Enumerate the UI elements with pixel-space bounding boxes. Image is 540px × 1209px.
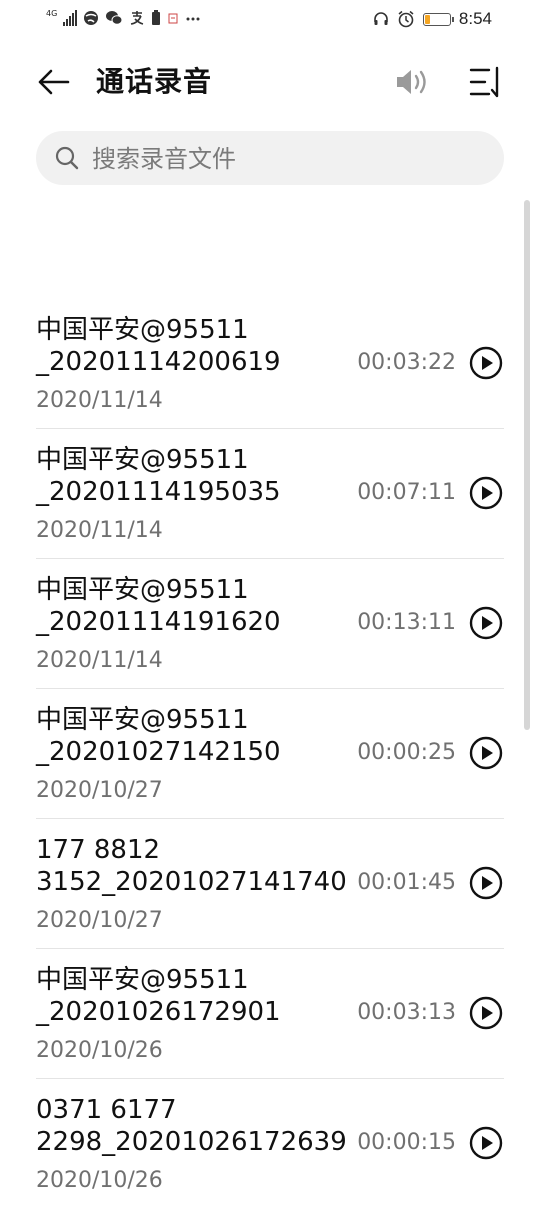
speaker-icon[interactable]	[393, 64, 433, 100]
recording-name: 中国平安@95511 _20201114191620	[36, 575, 281, 637]
sim-icon	[168, 13, 178, 24]
search-input[interactable]	[90, 139, 484, 179]
recording-item[interactable]: 177 8812 3152_20201027141740 2020/10/27 …	[36, 819, 504, 949]
search-bar[interactable]	[36, 131, 504, 185]
signal-icon	[63, 10, 78, 26]
recording-duration: 00:07:11	[357, 480, 456, 505]
search-icon	[55, 146, 79, 170]
alarm-icon	[398, 10, 414, 28]
recording-item[interactable]: 中国平安@95511 _20201026172901 2020/10/26 00…	[36, 949, 504, 1079]
sort-icon[interactable]	[468, 64, 504, 100]
more-notifications-icon	[186, 17, 200, 21]
recording-date: 2020/10/27	[36, 778, 163, 803]
play-circle-icon[interactable]	[469, 476, 503, 510]
play-circle-icon[interactable]	[469, 866, 503, 900]
play-circle-icon[interactable]	[469, 996, 503, 1030]
recording-date: 2020/10/27	[36, 908, 163, 933]
page-title: 通话录音	[96, 65, 213, 98]
recording-duration: 00:01:45	[357, 870, 456, 895]
recording-date: 2020/11/14	[36, 518, 163, 543]
recording-duration: 00:00:25	[357, 740, 456, 765]
headset-icon	[374, 12, 388, 25]
recording-name: 中国平安@95511 _20201114200619	[36, 315, 281, 377]
recording-date: 2020/11/14	[36, 388, 163, 413]
recording-name: 中国平安@95511 _20201027142150	[36, 705, 281, 767]
recording-list: 中国平安@95511 _20201114200619 2020/11/14 00…	[36, 299, 504, 1209]
recording-duration: 00:03:22	[357, 350, 456, 375]
recording-item[interactable]: 中国平安@95511 _20201114200619 2020/11/14 00…	[36, 299, 504, 429]
recording-duration: 00:13:11	[357, 610, 456, 635]
recording-date: 2020/10/26	[36, 1168, 163, 1193]
recording-item[interactable]: 中国平安@95511 _20201027142150 2020/10/27 00…	[36, 689, 504, 819]
play-circle-icon[interactable]	[469, 736, 503, 770]
network-type: 4G	[46, 9, 58, 18]
status-bar: 4G 8:54	[0, 0, 540, 40]
recording-name: 中国平安@95511 _20201114195035	[36, 445, 281, 507]
status-time: 8:54	[458, 9, 492, 28]
recording-date: 2020/10/26	[36, 1038, 163, 1063]
recording-name: 0371 6177 2298_20201026172639	[36, 1095, 347, 1157]
arrow-left-icon[interactable]	[34, 62, 74, 102]
alipay-icon	[131, 11, 144, 25]
recording-duration: 00:03:13	[357, 1000, 456, 1025]
recording-date: 2020/11/14	[36, 648, 163, 673]
battery-icon	[422, 12, 454, 26]
recording-name: 中国平安@95511 _20201026172901	[36, 965, 281, 1027]
play-circle-icon[interactable]	[469, 346, 503, 380]
recording-item[interactable]: 中国平安@95511 _20201114191620 2020/11/14 00…	[36, 559, 504, 689]
battery-saver-icon	[152, 10, 161, 25]
play-circle-icon[interactable]	[469, 606, 503, 640]
recording-item[interactable]: 0371 6177 2298_20201026172639 2020/10/26…	[36, 1079, 504, 1209]
scrollbar[interactable]	[524, 200, 530, 730]
wechat-icon	[106, 11, 123, 25]
browser-icon	[84, 11, 99, 25]
recording-item[interactable]: 中国平安@95511 _20201114195035 2020/11/14 00…	[36, 429, 504, 559]
app-bar: 通话录音	[0, 48, 540, 118]
recording-name: 177 8812 3152_20201027141740	[36, 835, 347, 897]
play-circle-icon[interactable]	[469, 1126, 503, 1160]
recording-duration: 00:00:15	[357, 1130, 456, 1155]
